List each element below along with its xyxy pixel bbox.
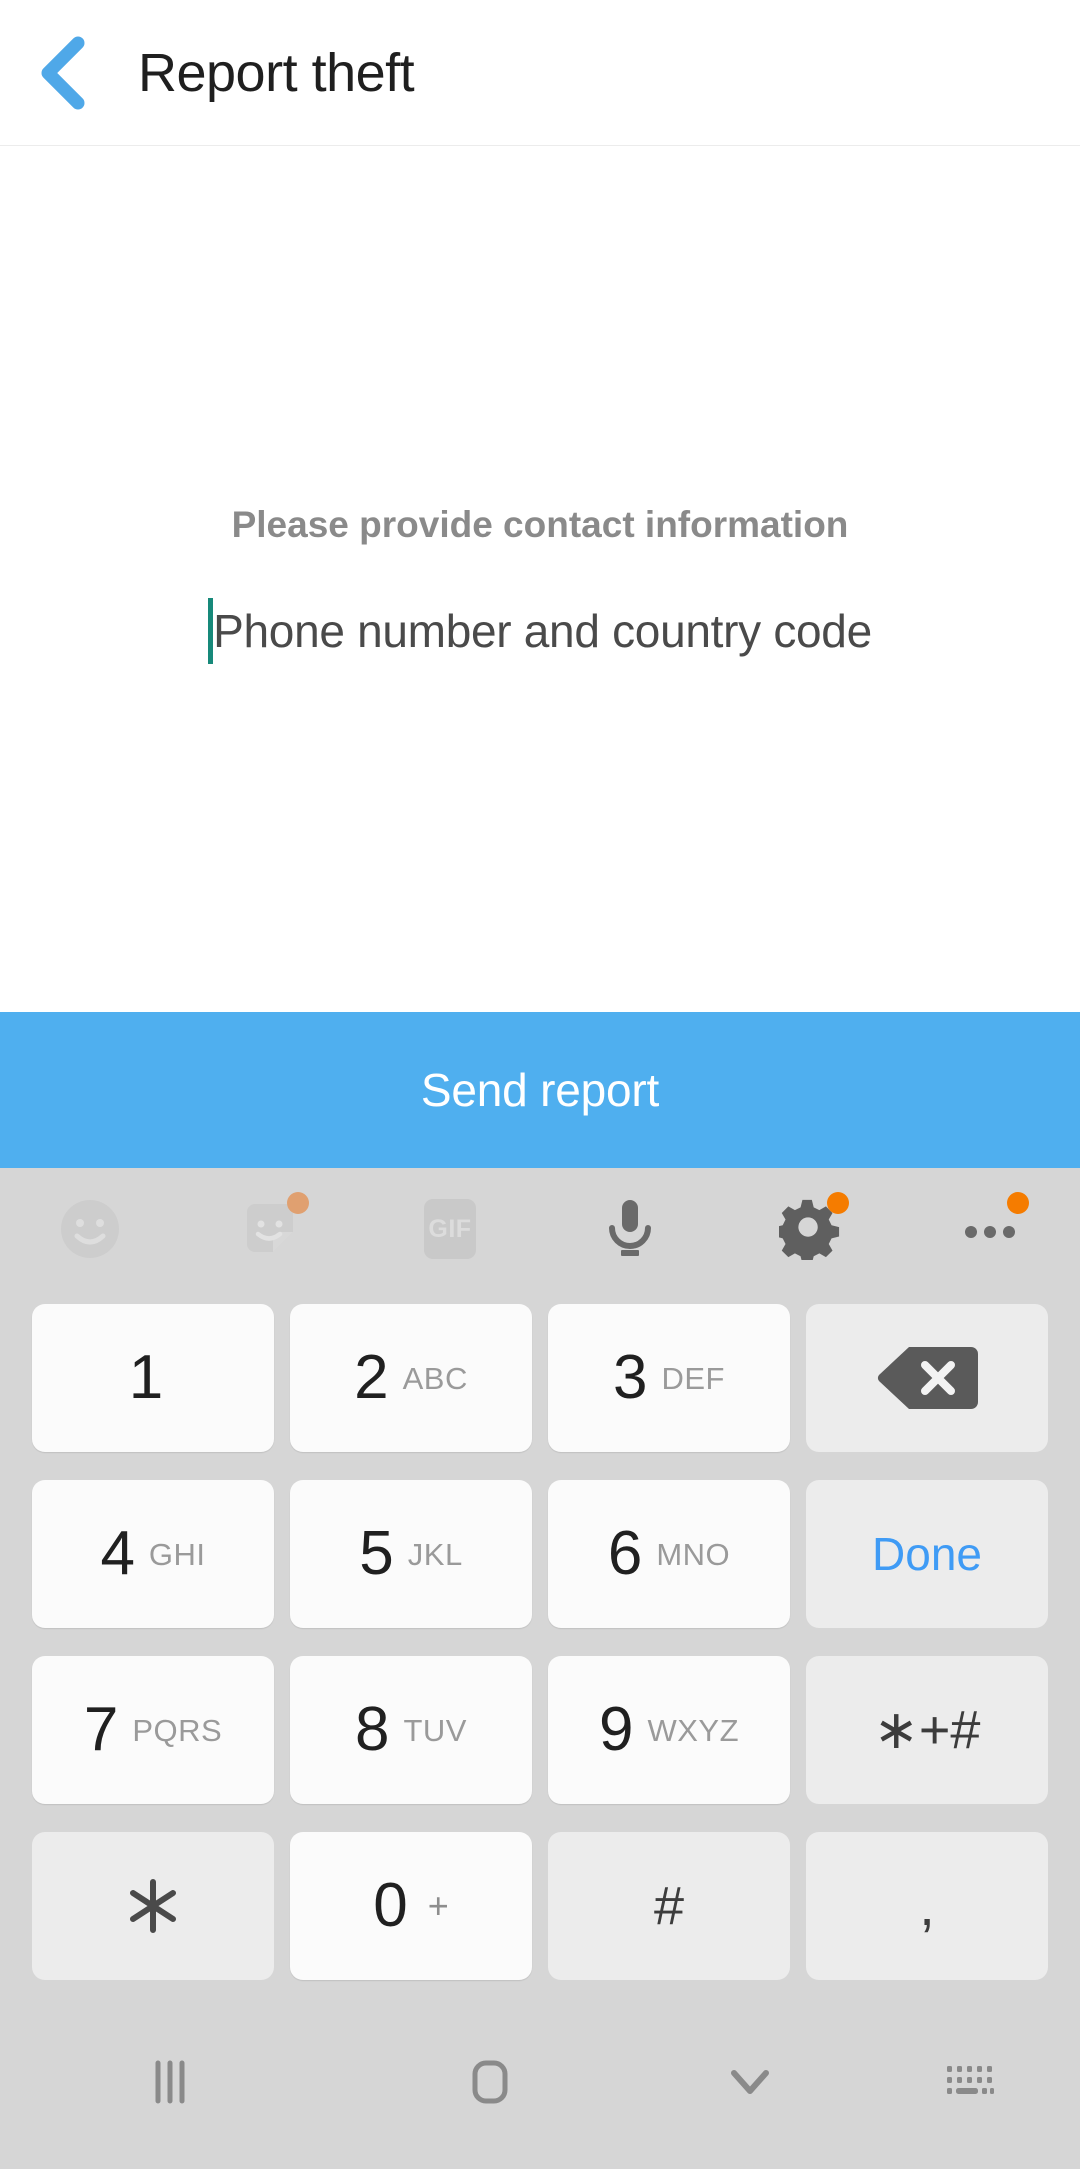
backspace-icon [878, 1347, 978, 1409]
key-5[interactable]: 5 JKL [290, 1480, 532, 1628]
page-title: Report theft [138, 42, 415, 103]
key-letters-label: DEF [661, 1360, 725, 1396]
key-6[interactable]: 6 MNO [548, 1480, 790, 1628]
numeric-keyboard: GIF 1 2 ABC 3 DEF 4 GHI 5 JKL 6 MNO Done… [0, 1168, 1080, 2169]
key-comma[interactable]: , [806, 1832, 1048, 1980]
settings-badge [827, 1192, 849, 1214]
key-hash-label: # [653, 1876, 685, 1936]
key-asterisk[interactable] [32, 1832, 274, 1980]
keyboard-row: 4 GHI 5 JKL 6 MNO Done [0, 1466, 1080, 1642]
key-digit-label: 6 [607, 1519, 643, 1588]
key-digit-label: 2 [354, 1343, 389, 1412]
more-options-icon [965, 1226, 1015, 1238]
app-header: Report theft [0, 0, 1080, 146]
key-digit-label: 5 [359, 1519, 394, 1588]
hide-keyboard-icon [731, 2069, 769, 2094]
sticker-button[interactable] [180, 1168, 360, 1290]
key-digit-label: 8 [355, 1695, 390, 1764]
key-digit-label: 0 [373, 1871, 408, 1940]
key-7[interactable]: 7 PQRS [32, 1656, 274, 1804]
send-report-label: Send report [420, 1064, 660, 1116]
recents-button[interactable] [0, 1994, 340, 2169]
key-digit-label: 4 [100, 1519, 135, 1588]
voice-input-button[interactable] [540, 1168, 720, 1290]
key-3[interactable]: 3 DEF [548, 1304, 790, 1452]
back-button[interactable] [0, 0, 120, 145]
key-1[interactable]: 1 [32, 1304, 274, 1452]
key-hash[interactable]: # [548, 1832, 790, 1980]
key-comma-label: , [919, 1874, 935, 1938]
key-digit-label: 7 [83, 1695, 119, 1764]
keyboard-row: 7 PQRS 8 TUV 9 WXYZ ∗+# [0, 1642, 1080, 1818]
home-button[interactable] [340, 1994, 640, 2169]
system-navigation-bar [0, 1994, 1080, 2169]
key-2[interactable]: 2 ABC [290, 1304, 532, 1452]
more-options-button[interactable] [900, 1168, 1080, 1290]
key-letters-label: TUV [403, 1712, 467, 1748]
home-icon [472, 2060, 508, 2103]
back-chevron-icon [41, 36, 85, 109]
key-backspace[interactable] [806, 1304, 1048, 1452]
key-digit-label: 3 [613, 1343, 648, 1412]
emoji-button[interactable] [0, 1168, 180, 1290]
microphone-icon [609, 1200, 651, 1256]
key-letters-label: ABC [402, 1360, 468, 1396]
more-options-badge [1007, 1192, 1029, 1214]
contact-info-label: Please provide contact information [231, 504, 849, 545]
keyboard-row: 0 + # , [0, 1818, 1080, 1994]
key-done[interactable]: Done [806, 1480, 1048, 1628]
keyboard-toolbar: GIF [0, 1168, 1080, 1290]
key-8[interactable]: 8 TUV [290, 1656, 532, 1804]
phone-input-placeholder: Phone number and country code [213, 605, 872, 657]
asterisk-icon [130, 1879, 176, 1933]
gif-button[interactable]: GIF [360, 1168, 540, 1290]
switch-keyboard-icon [947, 2065, 994, 2094]
phone-number-input[interactable]: Phone number and country code [0, 596, 1080, 666]
key-9[interactable]: 9 WXYZ [548, 1656, 790, 1804]
sticker-badge [287, 1192, 309, 1214]
gif-icon: GIF [424, 1199, 476, 1259]
key-done-label: Done [872, 1528, 982, 1580]
key-symbol-label: ∗+# [873, 1700, 981, 1760]
key-letters-label: JKL [407, 1536, 463, 1572]
key-symbols[interactable]: ∗+# [806, 1656, 1048, 1804]
keyboard-key-rows: 1 2 ABC 3 DEF 4 GHI 5 JKL 6 MNO Done 7 P… [0, 1290, 1080, 1994]
key-letters-label: WXYZ [647, 1712, 740, 1748]
recents-icon [155, 2060, 185, 2103]
emoji-icon [61, 1200, 119, 1258]
key-letters-label: PQRS [132, 1712, 223, 1748]
form-content: Please provide contact information Phone… [0, 146, 1080, 1012]
key-4[interactable]: 4 GHI [32, 1480, 274, 1628]
keyboard-settings-button[interactable] [720, 1168, 900, 1290]
key-digit-label: 9 [598, 1695, 634, 1764]
key-plus-label: + [427, 1885, 449, 1926]
keyboard-row: 1 2 ABC 3 DEF [0, 1290, 1080, 1466]
key-letters-label: GHI [148, 1536, 206, 1572]
send-report-button[interactable]: Send report [0, 1012, 1080, 1168]
key-0[interactable]: 0 + [290, 1832, 532, 1980]
key-digit-label: 1 [128, 1343, 164, 1412]
switch-keyboard-button[interactable] [860, 1994, 1080, 2169]
contact-form: Please provide contact information Phone… [0, 506, 1080, 666]
key-letters-label: MNO [656, 1536, 731, 1572]
hide-keyboard-button[interactable] [640, 1994, 860, 2169]
